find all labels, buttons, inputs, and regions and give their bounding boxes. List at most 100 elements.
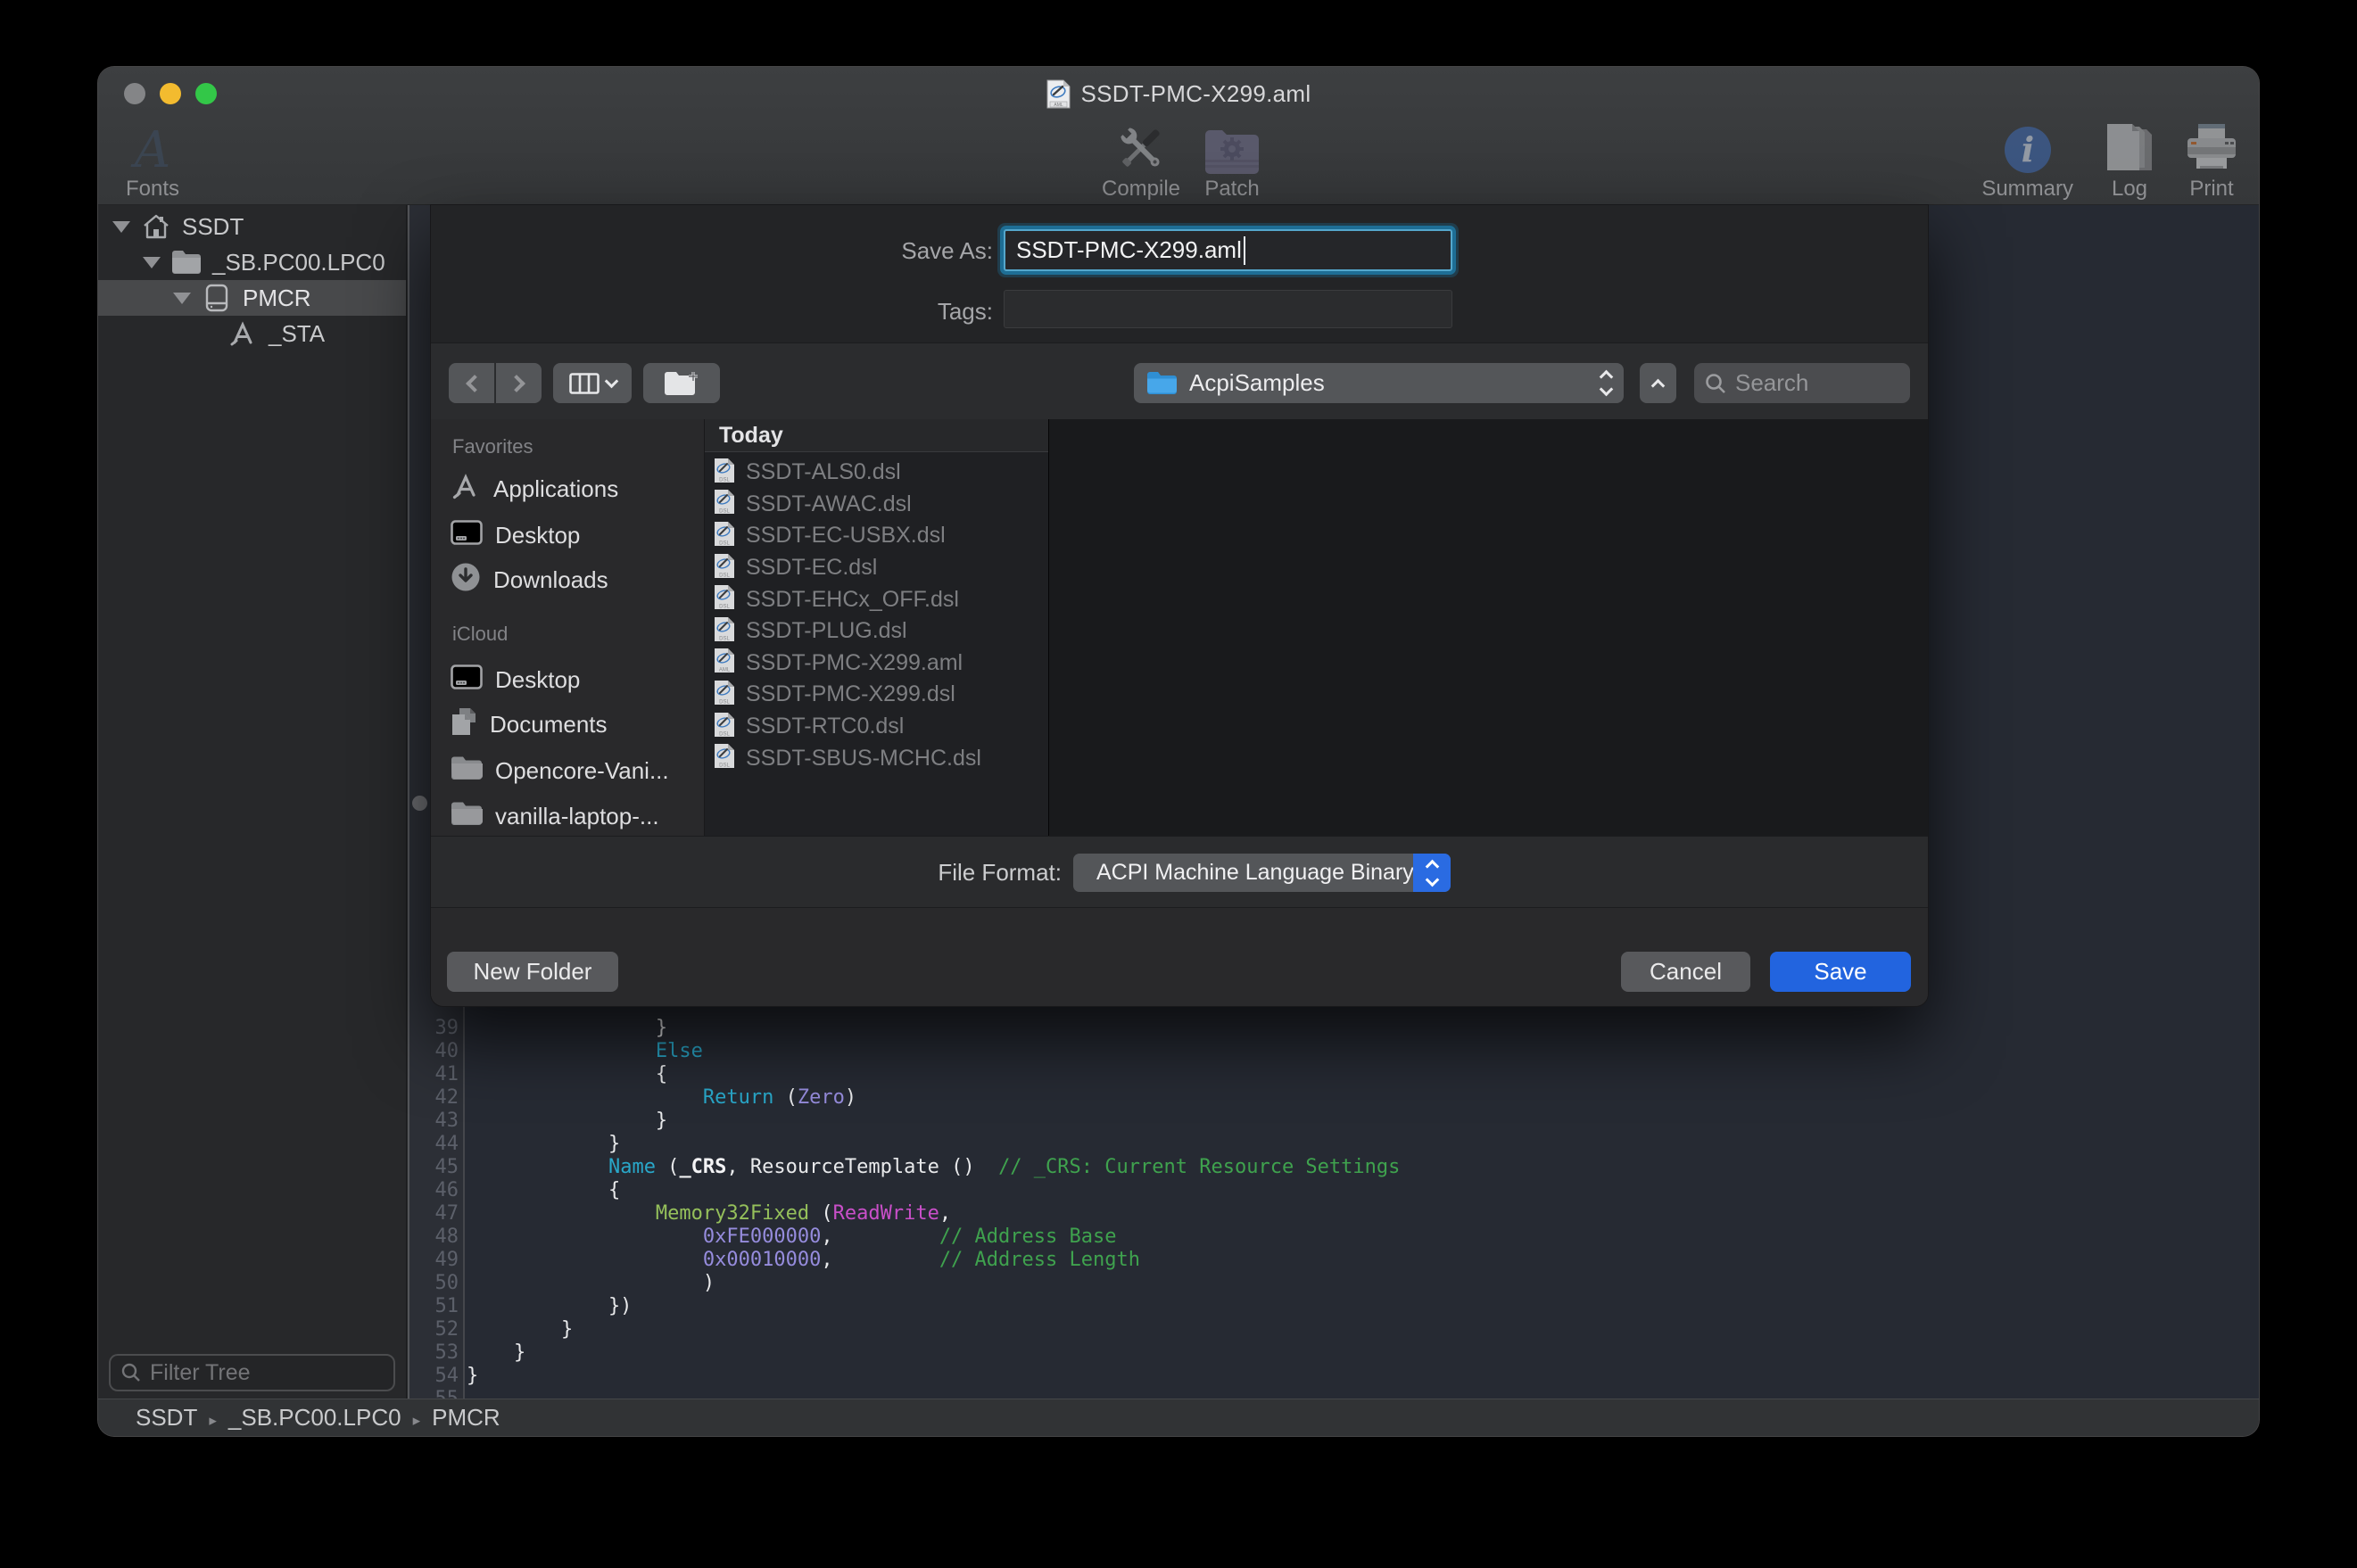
toolbar-fonts-button[interactable]: A Fonts bbox=[120, 122, 185, 202]
acpi-tree: SSDT _SB.PC00.LPC0 bbox=[98, 209, 406, 351]
toolbar-compile-button[interactable]: Compile bbox=[1083, 122, 1199, 202]
file-row[interactable]: DSLSSDT-EC-USBX.dsl bbox=[705, 520, 1048, 552]
folder-icon bbox=[451, 801, 483, 832]
cancel-button[interactable]: Cancel bbox=[1621, 952, 1750, 992]
fonts-icon: A bbox=[135, 122, 170, 174]
line-number: 52 bbox=[409, 1318, 459, 1341]
file-row[interactable]: DSLSSDT-PLUG.dsl bbox=[705, 615, 1048, 648]
disclosure-triangle-icon[interactable] bbox=[112, 221, 130, 233]
toolbar-print-button[interactable]: Print bbox=[2186, 122, 2237, 202]
sheet-search-field[interactable]: Search bbox=[1694, 363, 1910, 403]
line-number: 43 bbox=[409, 1110, 459, 1133]
document-file-icon: DSL bbox=[714, 743, 735, 773]
sidebar-item-desktop[interactable]: Desktop bbox=[451, 662, 699, 697]
breadcrumb-item[interactable]: SSDT bbox=[136, 1404, 197, 1431]
file-list: DSLSSDT-ALS0.dslDSLSSDT-AWAC.dslDSLSSDT-… bbox=[705, 457, 1048, 774]
file-format-popup[interactable]: ACPI Machine Language Binary bbox=[1073, 854, 1451, 892]
code-line: } bbox=[467, 1133, 2259, 1156]
file-row[interactable]: DSLSSDT-RTC0.dsl bbox=[705, 711, 1048, 743]
sidebar-item-opencore-vani[interactable]: Opencore-Vani... bbox=[451, 753, 699, 788]
titlebar: AML SSDT-PMC-X299.aml bbox=[98, 67, 2259, 120]
disclosure-triangle-icon[interactable] bbox=[173, 293, 191, 304]
file-row[interactable]: AMLSSDT-PMC-X299.aml bbox=[705, 648, 1048, 680]
tree-item-pmcr[interactable]: PMCR bbox=[98, 280, 406, 316]
code-line: ) bbox=[467, 1272, 2259, 1295]
popup-chevrons-icon bbox=[1413, 854, 1451, 892]
svg-text:DSL: DSL bbox=[719, 509, 730, 515]
line-number: 44 bbox=[409, 1133, 459, 1156]
file-row[interactable]: DSL SSDT-SBUS-MCHC.dsl bbox=[705, 742, 1048, 774]
sheet-new-folder-icon-button[interactable] bbox=[643, 363, 720, 403]
folder-icon bbox=[451, 755, 483, 787]
method-icon bbox=[227, 318, 258, 349]
line-number: 48 bbox=[409, 1226, 459, 1249]
file-name: SSDT-AWAC.dsl bbox=[746, 491, 912, 517]
file-row[interactable]: DSLSSDT-ALS0.dsl bbox=[705, 457, 1048, 489]
compile-icon bbox=[1113, 122, 1169, 174]
sidebar-item-documents[interactable]: Documents bbox=[451, 706, 699, 742]
save-sheet-header: Save As: SSDT-PMC-X299.aml Tags: bbox=[431, 205, 1928, 342]
patch-icon bbox=[1203, 122, 1261, 174]
toolbar-log-button[interactable]: Log bbox=[2104, 122, 2155, 202]
sidebar-item-label: Desktop bbox=[495, 666, 580, 694]
filter-tree-field[interactable]: Filter Tree bbox=[109, 1354, 395, 1391]
line-numbers: 3940414243444546474849505152535455 bbox=[409, 1017, 459, 1399]
disclosure-triangle-icon[interactable] bbox=[143, 257, 161, 268]
tree-item-sta[interactable]: _STA bbox=[98, 316, 406, 351]
toolbar-patch-button[interactable]: Patch bbox=[1195, 122, 1269, 202]
parent-folder-button[interactable] bbox=[1640, 363, 1676, 403]
toolbar-right-group: i Summary Log bbox=[1981, 122, 2237, 202]
breadcrumb-item[interactable]: PMCR bbox=[432, 1404, 500, 1431]
sidebar-item-label: Opencore-Vani... bbox=[495, 757, 669, 785]
toolbar-summary-button[interactable]: i Summary bbox=[1981, 122, 2073, 202]
tree-item-sb-pc00-lpc0[interactable]: _SB.PC00.LPC0 bbox=[98, 244, 406, 280]
file-row[interactable]: DSLSSDT-EHCx_OFF.dsl bbox=[705, 583, 1048, 615]
sidebar-item-label: Documents bbox=[490, 711, 608, 739]
favorites-section-header: iCloud bbox=[452, 623, 508, 646]
file-row[interactable]: DSLSSDT-PMC-X299.dsl bbox=[705, 679, 1048, 711]
file-row[interactable]: DSLSSDT-EC.dsl bbox=[705, 552, 1048, 584]
tags-input[interactable] bbox=[1004, 290, 1452, 328]
breadcrumb-separator-icon: ▸ bbox=[209, 1412, 217, 1429]
window-title-group: AML SSDT-PMC-X299.aml bbox=[98, 67, 2259, 120]
code-content[interactable]: } Else { Return (Zero) } } Name (_CRS, R… bbox=[467, 1017, 2259, 1399]
code-line: 0x00010000, // Address Length bbox=[467, 1249, 2259, 1272]
save-as-label: Save As: bbox=[901, 237, 993, 265]
line-number: 41 bbox=[409, 1063, 459, 1086]
blue-folder-icon bbox=[1146, 371, 1177, 395]
log-icon bbox=[2104, 122, 2155, 174]
file-row[interactable]: DSL SSDT-AWAC.dsl bbox=[705, 489, 1048, 521]
save-button[interactable]: Save bbox=[1770, 952, 1911, 992]
location-popup[interactable]: AcpiSamples bbox=[1134, 363, 1624, 403]
tags-label: Tags: bbox=[938, 298, 993, 326]
file-browser: FavoritesApplicationsDesktopDownloadsiCl… bbox=[431, 419, 1928, 836]
back-button[interactable] bbox=[449, 363, 494, 403]
text-caret bbox=[1244, 236, 1245, 265]
save-as-input[interactable]: SSDT-PMC-X299.aml bbox=[1004, 229, 1452, 271]
folder-icon bbox=[171, 247, 202, 277]
svg-text:DSL: DSL bbox=[719, 636, 730, 641]
view-mode-button[interactable] bbox=[553, 363, 632, 403]
forward-button[interactable] bbox=[496, 363, 542, 403]
splitter-handle-icon[interactable] bbox=[412, 796, 427, 811]
chevron-right-icon bbox=[508, 375, 525, 392]
code-line: }) bbox=[467, 1295, 2259, 1318]
house-icon bbox=[141, 211, 171, 242]
document-proxy-icon: AML bbox=[1046, 79, 1071, 109]
documents-icon bbox=[451, 706, 477, 742]
sidebar-item-vanilla-laptop[interactable]: vanilla-laptop-... bbox=[451, 798, 699, 834]
file-name: SSDT-SBUS-MCHC.dsl bbox=[746, 746, 981, 772]
browser-empty-column bbox=[1049, 419, 1928, 836]
save-as-value: SSDT-PMC-X299.aml bbox=[1016, 236, 1242, 264]
line-number: 53 bbox=[409, 1341, 459, 1365]
sidebar-item-applications[interactable]: Applications bbox=[451, 471, 699, 507]
file-format-section: File Format: ACPI Machine Language Binar… bbox=[431, 836, 1928, 907]
sidebar-item-desktop[interactable]: Desktop bbox=[451, 517, 699, 553]
code-line: Else bbox=[467, 1040, 2259, 1063]
save-dialog-sheet: Save As: SSDT-PMC-X299.aml Tags: bbox=[431, 205, 1928, 1006]
svg-text:AML: AML bbox=[719, 668, 731, 673]
breadcrumb-item[interactable]: _SB.PC00.LPC0 bbox=[228, 1404, 401, 1431]
sidebar-item-downloads[interactable]: Downloads bbox=[451, 562, 699, 598]
new-folder-button[interactable]: New Folder bbox=[447, 952, 618, 992]
tree-item-ssdt[interactable]: SSDT bbox=[98, 209, 406, 244]
